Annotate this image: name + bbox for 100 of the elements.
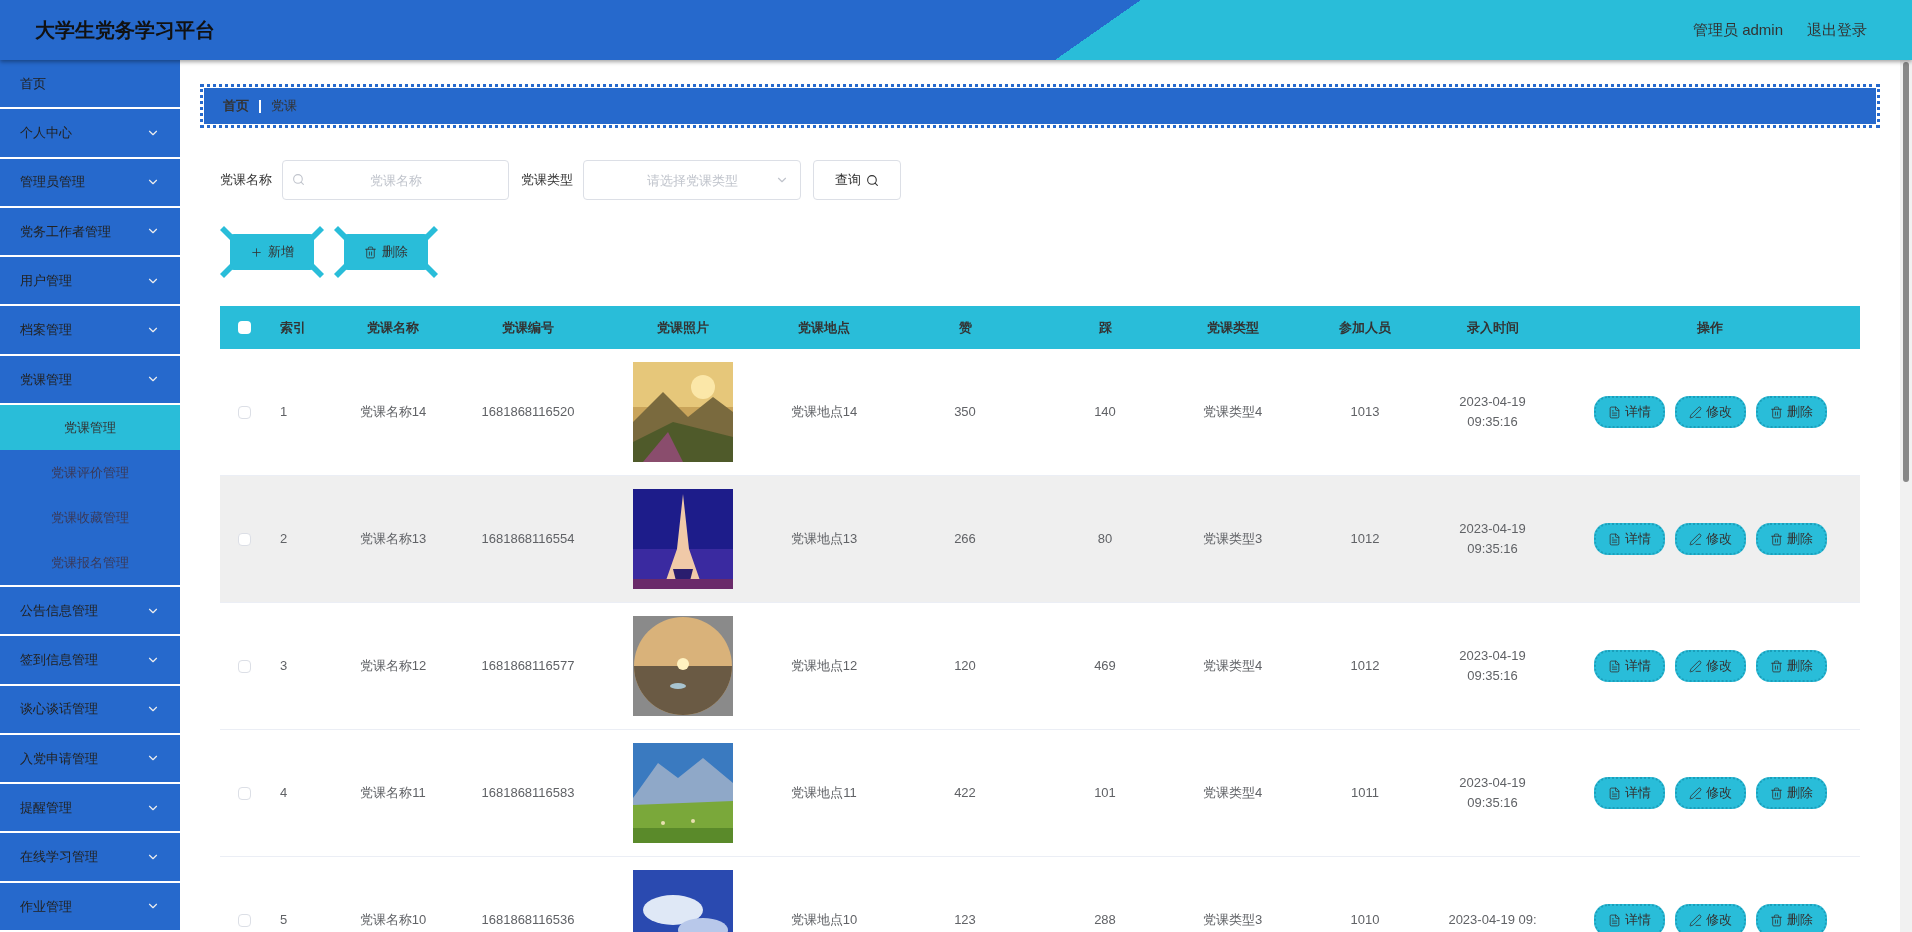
sidebar-item[interactable]: 签到信息管理 xyxy=(0,636,180,686)
table-cell-text: 党课类型4 xyxy=(1202,657,1263,676)
search-button[interactable]: 查询 xyxy=(813,160,901,200)
table-cell-text: 1012 xyxy=(1350,657,1380,676)
search-icon xyxy=(866,173,879,187)
table-cell-text: 党课名称13 xyxy=(359,530,427,549)
delete-button[interactable]: 删除 xyxy=(1755,777,1827,809)
trash-icon xyxy=(364,245,377,259)
app-title: 大学生党务学习平台 xyxy=(35,18,215,43)
corner-icon xyxy=(424,226,438,240)
sidebar-item[interactable]: 党务工作者管理 xyxy=(0,207,180,258)
sidebar-item[interactable]: 谈心谈话管理 xyxy=(0,685,180,735)
field-label: 党课名称 xyxy=(220,171,272,190)
user-label: 管理员 admin xyxy=(1692,19,1783,40)
trash-icon xyxy=(1769,786,1783,800)
table-cell-text: 469 xyxy=(1094,657,1116,676)
table-cell-text: 1681868116536 xyxy=(481,911,575,930)
sidebar-item[interactable]: 用户管理 xyxy=(0,257,180,307)
table-cell-text: 80 xyxy=(1097,530,1113,549)
table-cell-text: 1012 xyxy=(1350,530,1380,549)
table-cell-text: 3 xyxy=(280,657,288,676)
edit-button[interactable]: 修改 xyxy=(1674,777,1746,809)
table-cell-text: 120 xyxy=(954,657,976,676)
table-cell-text: 党课名称11 xyxy=(360,784,426,803)
row-checkbox[interactable] xyxy=(237,786,251,800)
edit-button[interactable]: 修改 xyxy=(1674,396,1746,428)
table-cell-text: 422 xyxy=(954,784,976,803)
header-checkbox[interactable] xyxy=(237,321,251,334)
row-checkbox[interactable] xyxy=(237,913,251,927)
table-cell-text: 140 xyxy=(1094,403,1116,422)
sidebar-item[interactable]: 个人中心 xyxy=(0,109,180,159)
table-cell-text: 266 xyxy=(954,530,976,549)
edit-button[interactable]: 修改 xyxy=(1674,650,1746,682)
logout-link[interactable]: 退出登录 xyxy=(1807,18,1867,42)
table-cell-text: 党课地点11 xyxy=(791,784,857,803)
row-checkbox[interactable] xyxy=(237,405,251,419)
table-cell-text: 1681868116554 xyxy=(481,530,575,549)
trash-icon xyxy=(1769,913,1783,927)
detail-button[interactable]: 详情 xyxy=(1593,777,1665,809)
table-cell-text: 123 xyxy=(954,911,976,930)
table-cell-text: 党课地点13 xyxy=(790,530,858,549)
table-cell-text: 1681868116577 xyxy=(481,657,575,676)
table-cell-text: 党课类型4 xyxy=(1202,784,1263,803)
row-checkbox[interactable] xyxy=(237,532,251,546)
table-cell-text: 1 xyxy=(280,403,288,422)
table-cell-text: 5 xyxy=(280,911,288,930)
corner-icon xyxy=(424,264,438,278)
corner-icon xyxy=(310,226,324,240)
sidebar-item[interactable]: 作业管理 xyxy=(0,882,180,932)
detail-button[interactable]: 详情 xyxy=(1593,523,1665,555)
sidebar-item[interactable]: 管理员管理 xyxy=(0,158,180,208)
column-header: 录入时间 xyxy=(1466,318,1519,337)
document-icon xyxy=(1607,532,1621,546)
table-cell-text: 党课类型4 xyxy=(1202,403,1263,422)
edit-button[interactable]: 修改 xyxy=(1674,523,1746,555)
table-cell-text: 101 xyxy=(1094,784,1116,803)
sidebar-item[interactable]: 入党申请管理 xyxy=(0,734,180,785)
table-cell-text: 1681868116583 xyxy=(481,784,575,803)
edit-button[interactable]: 修改 xyxy=(1674,904,1746,932)
delete-button[interactable]: 删除 xyxy=(1755,904,1827,932)
search-field[interactable]: 党课名称 xyxy=(282,160,509,200)
table-cell-text: 2023-04-19 09:35:16 xyxy=(1458,393,1527,431)
row-checkbox[interactable] xyxy=(237,659,251,673)
table-cell-text: 350 xyxy=(954,403,976,422)
pen-icon xyxy=(1688,405,1702,419)
table-cell-text: 1013 xyxy=(1350,403,1380,422)
document-icon xyxy=(1607,786,1621,800)
table-cell-text: 党课名称14 xyxy=(359,403,427,422)
sidebar-item[interactable]: 首页 xyxy=(0,60,180,110)
select-field[interactable]: 请选择党课类型 xyxy=(583,160,801,200)
table-cell-text: 党课类型3 xyxy=(1202,911,1263,930)
sidebar-item[interactable]: 提醒管理 xyxy=(0,784,180,834)
table-cell-text: 4 xyxy=(280,784,288,803)
corner-icon xyxy=(334,264,348,278)
detail-button[interactable]: 详情 xyxy=(1593,396,1665,428)
detail-button[interactable]: 详情 xyxy=(1593,904,1665,932)
detail-button[interactable]: 详情 xyxy=(1593,650,1665,682)
table-cell-text: 党课地点10 xyxy=(790,911,858,930)
sidebar-item[interactable]: 公告信息管理 xyxy=(0,586,180,637)
delete-button[interactable]: 删除 xyxy=(1755,523,1827,555)
trash-icon xyxy=(1769,532,1783,546)
delete-button[interactable]: 删除 xyxy=(1755,396,1827,428)
submenu-item[interactable]: 党课管理 xyxy=(0,404,180,450)
sidebar-item[interactable]: 在线学习管理 xyxy=(0,833,180,883)
table-cell-text: 2023-04-19 09:35:16 xyxy=(1458,520,1527,558)
column-header: 操作 xyxy=(1697,318,1723,337)
delete-button[interactable]: 删除 xyxy=(1755,650,1827,682)
table-cell-text: 1010 xyxy=(1350,911,1380,930)
plus-icon xyxy=(250,245,263,259)
trash-icon xyxy=(1769,659,1783,673)
table-cell-text: 288 xyxy=(1094,911,1116,930)
column-header: 党课编号 xyxy=(502,318,554,337)
field-label: 党课类型 xyxy=(521,171,573,190)
scrollbar[interactable] xyxy=(1900,60,1912,932)
column-header: 党课类型 xyxy=(1206,318,1259,337)
table-cell-text: 2023-04-19 09:35:16 xyxy=(1458,774,1527,812)
column-header: 党课照片 xyxy=(657,318,709,337)
table-cell-text: 1681868116520 xyxy=(481,403,575,422)
table-cell-text: 党课地点14 xyxy=(790,403,858,422)
sidebar-item[interactable]: 档案管理 xyxy=(0,306,180,356)
